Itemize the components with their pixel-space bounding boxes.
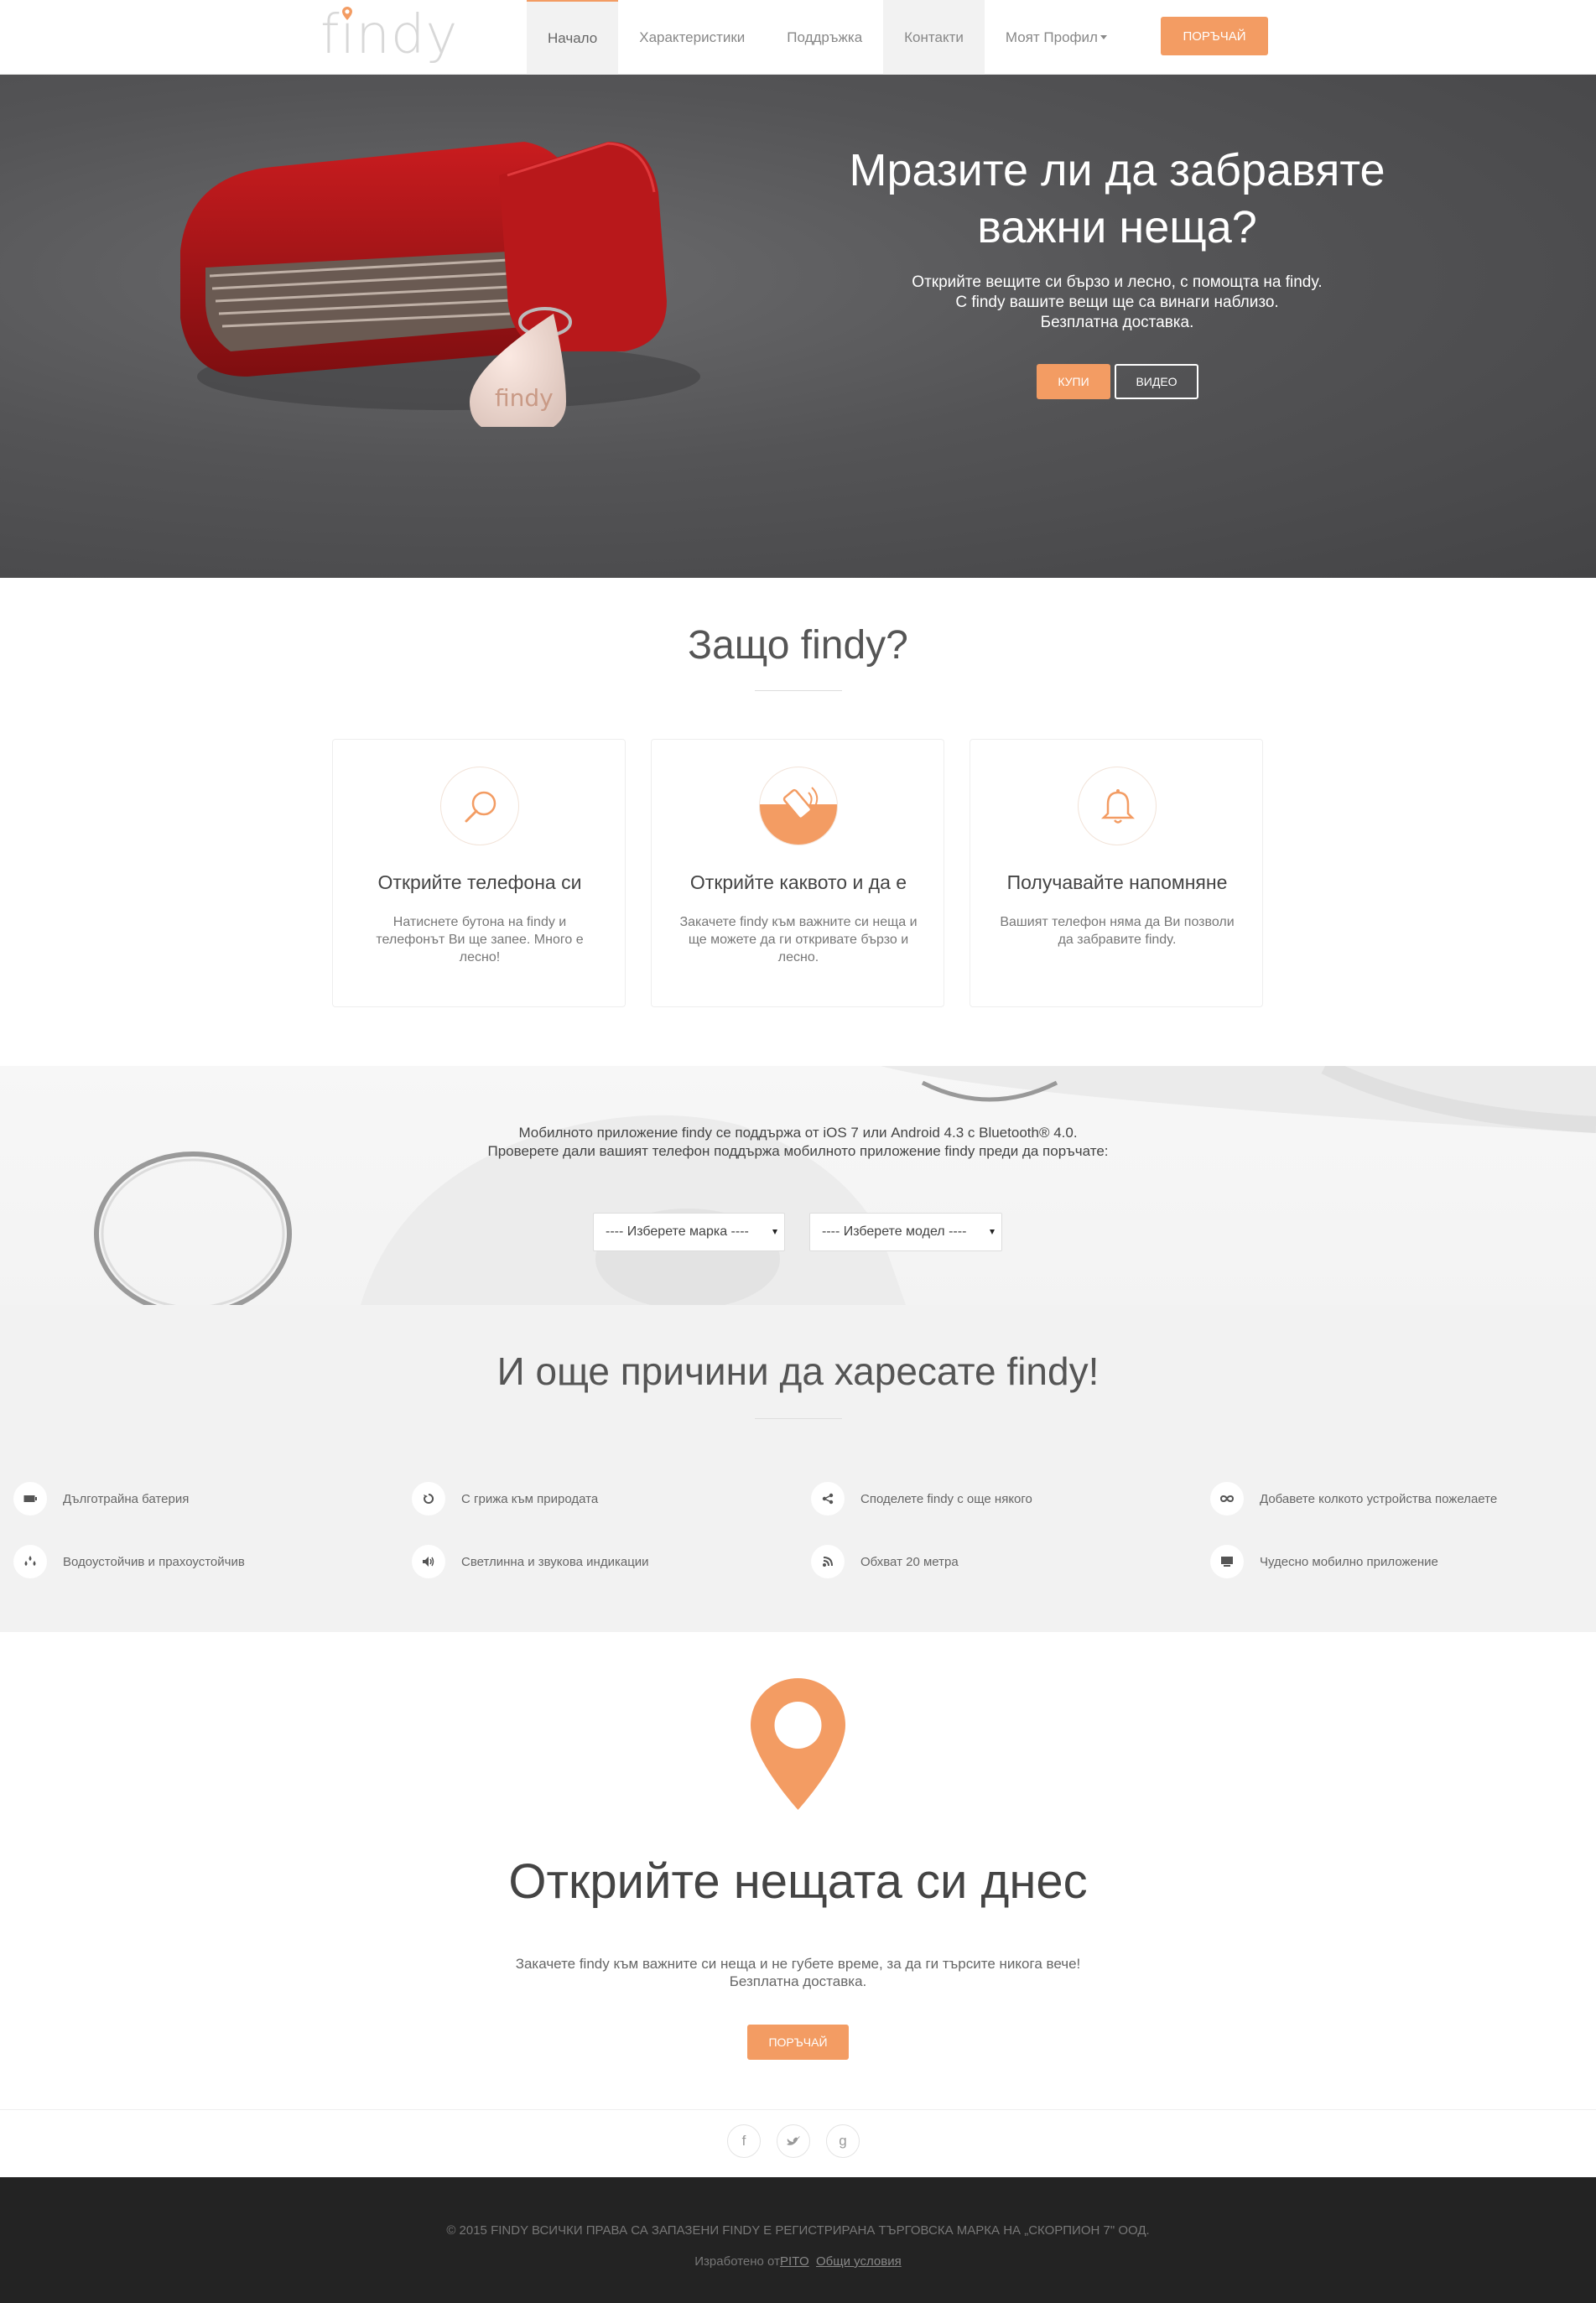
dropdown-arrow-icon <box>990 1229 995 1235</box>
brand-select[interactable]: ---- Изберете марка ---- <box>593 1213 785 1251</box>
feature-item: Чудесно мобилно приложение <box>1210 1545 1438 1578</box>
feature-item: Светлинна и звукова индикации <box>412 1545 649 1578</box>
bell-icon <box>1078 767 1157 845</box>
feature-item: Водоустойчив и прахоустойчив <box>13 1545 245 1578</box>
nav-item-support[interactable]: Поддръжка <box>766 0 883 75</box>
feature-card-find-anything: Открийте каквото и да е Закачете findy к… <box>651 739 944 1007</box>
nav-item-home[interactable]: Начало <box>527 0 619 75</box>
feature-label: Споделете findy с още някого <box>860 1491 1032 1506</box>
compatibility-section: Мобилното приложение findy се поддържа о… <box>0 1066 1596 1305</box>
compatibility-line: Мобилното приложение findy се поддържа о… <box>518 1125 1078 1141</box>
wallet-with-findy-image: findy <box>180 142 700 427</box>
feature-label: Обхват 20 метра <box>860 1554 959 1569</box>
hero-title-line: Мразите ли да забравяте <box>849 145 1385 195</box>
title-divider <box>755 690 842 691</box>
nav-item-features[interactable]: Характеристики <box>618 0 766 75</box>
hero-title-line: важни неща? <box>977 202 1257 252</box>
model-select[interactable]: ---- Изберете модел ---- <box>809 1213 1002 1251</box>
navbar: findy Начало Характеристики Поддръжка Ко… <box>0 0 1596 75</box>
facebook-icon[interactable]: f <box>727 2124 761 2158</box>
cta-line: Безплатна доставка. <box>729 1973 867 1989</box>
card-text: Закачете findy към важните си неща и ще … <box>679 915 918 964</box>
google-plus-icon[interactable]: g <box>826 2124 860 2158</box>
logo[interactable]: findy <box>320 2 458 69</box>
card-title: Открийте телефона си <box>377 871 582 893</box>
pito-link[interactable]: PITO <box>780 2254 809 2269</box>
facebook-glyph: f <box>741 2133 746 2149</box>
terms-link[interactable]: Общи условия <box>816 2254 902 2269</box>
nav-item-profile[interactable]: Моят Профил <box>985 0 1128 75</box>
nav-label: Начало <box>548 29 598 46</box>
select-value: ---- Изберете марка ---- <box>606 1224 749 1239</box>
drops-icon <box>13 1545 47 1578</box>
google-glyph: g <box>839 2133 847 2149</box>
divider <box>0 2109 1596 2110</box>
feature-label: С грижа към природата <box>461 1491 599 1506</box>
feature-card-reminder: Получавайте напомняне Вашият телефон ням… <box>970 739 1263 1007</box>
hero-subtitle: Открийте вещите си бързо и лесно, с помо… <box>755 273 1479 333</box>
recycle-icon <box>412 1482 445 1515</box>
card-text: Вашият телефон няма да Ви позволи да заб… <box>1000 915 1235 947</box>
hero-subtitle-line: Безплатна доставка. <box>1040 314 1194 331</box>
feature-card-find-phone: Открийте телефона си Натиснете бутона на… <box>332 739 626 1007</box>
order-button-nav[interactable]: ПОРЪЧАЙ <box>1161 17 1268 55</box>
compatibility-line: Проверете дали вашият телефон поддържа м… <box>487 1143 1109 1159</box>
twitter-icon[interactable] <box>777 2124 810 2158</box>
keyring-background-image <box>94 1066 1596 1305</box>
magnifier-icon <box>440 767 519 845</box>
signal-icon <box>811 1545 845 1578</box>
app-icon <box>1210 1545 1244 1578</box>
cta-line: Закачете findy към важните си неща и не … <box>515 1956 1081 1972</box>
svg-text:findy: findy <box>495 384 554 412</box>
video-button[interactable]: ВИДЕО <box>1115 364 1198 399</box>
dropdown-arrow-icon <box>772 1229 777 1235</box>
nav-label: Характеристики <box>639 29 746 45</box>
feature-label: Светлинна и звукова индикации <box>461 1554 649 1569</box>
more-reasons-title: И още причини да харесате findy! <box>496 1349 1100 1393</box>
feature-item: Споделете findy с още някого <box>811 1482 1032 1515</box>
hero-subtitle-line: Открийте вещите си бързо и лесно, с помо… <box>912 273 1323 291</box>
feature-item: Обхват 20 метра <box>811 1545 959 1578</box>
why-findy-title: Защо findy? <box>688 623 908 668</box>
card-text: Натиснете бутона на findy и телефонът Ви… <box>376 915 584 964</box>
cta-text: Закачете findy към важните си неща и не … <box>0 1955 1596 1990</box>
feature-label: Дълготрайна батерия <box>63 1491 190 1506</box>
nav-label: Поддръжка <box>787 29 863 45</box>
credits: Изработено отPITO Общи условия <box>0 2254 1596 2269</box>
cta-title: Открийте нещата си днес <box>508 1854 1088 1909</box>
battery-icon <box>13 1482 47 1515</box>
share-icon <box>811 1482 845 1515</box>
card-title: Получавайте напомняне <box>1006 871 1228 893</box>
feature-item: С грижа към природата <box>412 1482 598 1515</box>
logo-pin-icon <box>342 7 352 20</box>
main-nav: Начало Характеристики Поддръжка Контакти… <box>527 0 1128 75</box>
buy-button[interactable]: КУПИ <box>1037 364 1110 399</box>
caret-down-icon <box>1100 35 1107 39</box>
feature-item: Добавете колкото устройства пожелаете <box>1210 1482 1497 1515</box>
infinity-icon <box>1210 1482 1244 1515</box>
made-by-label: Изработено от <box>694 2254 780 2269</box>
compatibility-text: Мобилното приложение findy се поддържа о… <box>0 1124 1596 1161</box>
footer: © 2015 FINDY ВСИЧКИ ПРАВА СА ЗАПАЗЕНИ FI… <box>0 2177 1596 2303</box>
feature-label: Чудесно мобилно приложение <box>1260 1554 1438 1569</box>
feature-label: Водоустойчив и прахоустойчив <box>63 1554 245 1569</box>
hero-title: Мразите ли да забравяте важни неща? <box>755 142 1479 256</box>
speaker-icon <box>412 1545 445 1578</box>
hero-subtitle-line: С findy вашите вещи ще са винаги наблизо… <box>955 294 1279 311</box>
select-value: ---- Изберете модел ---- <box>822 1224 967 1239</box>
nav-label: Контакти <box>904 29 964 45</box>
feature-item: Дълготрайна батерия <box>13 1482 189 1515</box>
nav-item-contacts[interactable]: Контакти <box>883 0 985 75</box>
order-button-cta[interactable]: ПОРЪЧАЙ <box>747 2025 849 2060</box>
copyright-text: © 2015 FINDY ВСИЧКИ ПРАВА СА ЗАПАЗЕНИ FI… <box>446 2223 1150 2238</box>
title-divider <box>755 1418 842 1419</box>
hero-banner: findy Мразите ли да забравяте важни неща… <box>0 75 1596 578</box>
card-title: Открийте каквото и да е <box>689 871 907 893</box>
location-pin-icon <box>751 1678 845 1810</box>
feature-label: Добавете колкото устройства пожелаете <box>1260 1491 1498 1506</box>
phone-waves-icon <box>759 767 838 845</box>
nav-label: Моят Профил <box>1005 29 1098 45</box>
